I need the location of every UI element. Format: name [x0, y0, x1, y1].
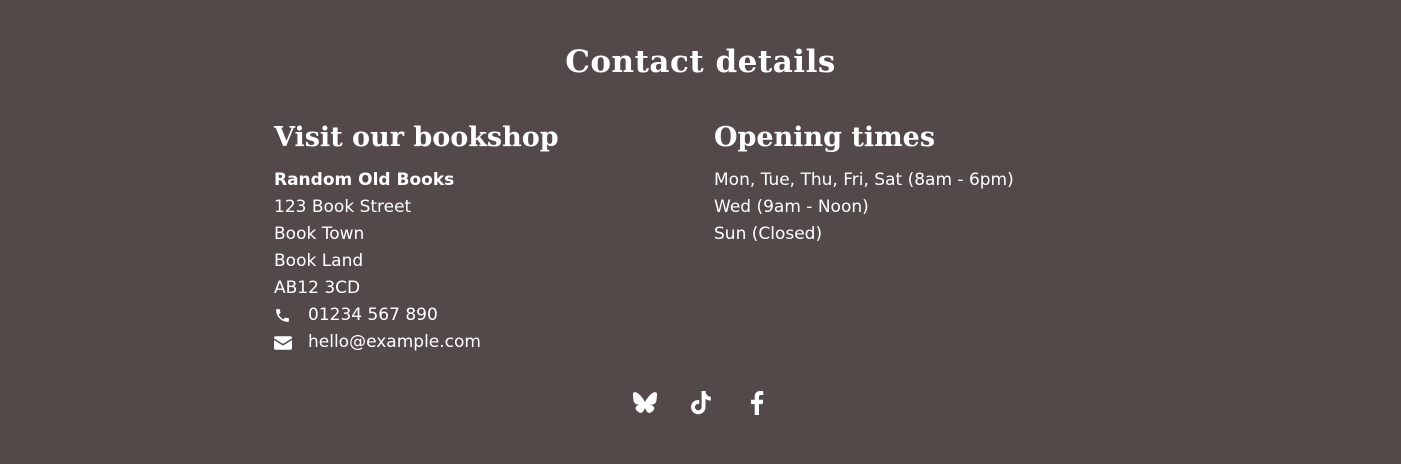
envelope-icon — [274, 335, 308, 350]
phone-link[interactable]: 01234 567 890 — [308, 302, 438, 329]
shop-name: Random Old Books — [274, 170, 455, 190]
opening-line-sunday: Sun (Closed) — [714, 224, 823, 244]
opening-line-weekdays: Mon, Tue, Thu, Fri, Sat (8am - 6pm) — [714, 170, 1014, 190]
visit-bookshop-heading: Visit our bookshop — [274, 122, 559, 153]
phone-row: 01234 567 890 — [274, 302, 674, 329]
address-line-region: Book Land — [274, 251, 364, 271]
address-line-street: 123 Book Street — [274, 197, 412, 217]
bluesky-icon[interactable] — [632, 390, 658, 416]
email-link[interactable]: hello@example.com — [308, 329, 481, 356]
tiktok-icon[interactable] — [688, 390, 714, 416]
facebook-icon[interactable] — [744, 390, 770, 416]
opening-times-heading: Opening times — [714, 122, 936, 153]
email-row: hello@example.com — [274, 329, 674, 356]
visit-bookshop-section: Visit our bookshop Random Old Books 123 … — [274, 118, 674, 356]
address-line-postcode: AB12 3CD — [274, 278, 361, 298]
phone-icon — [274, 307, 308, 324]
contact-details-title: Contact details — [565, 44, 836, 80]
opening-line-wednesday: Wed (9am - Noon) — [714, 197, 869, 217]
address-line-town: Book Town — [274, 224, 365, 244]
opening-times-section: Opening times Mon, Tue, Thu, Fri, Sat (8… — [714, 118, 1134, 248]
social-links — [0, 390, 1401, 416]
